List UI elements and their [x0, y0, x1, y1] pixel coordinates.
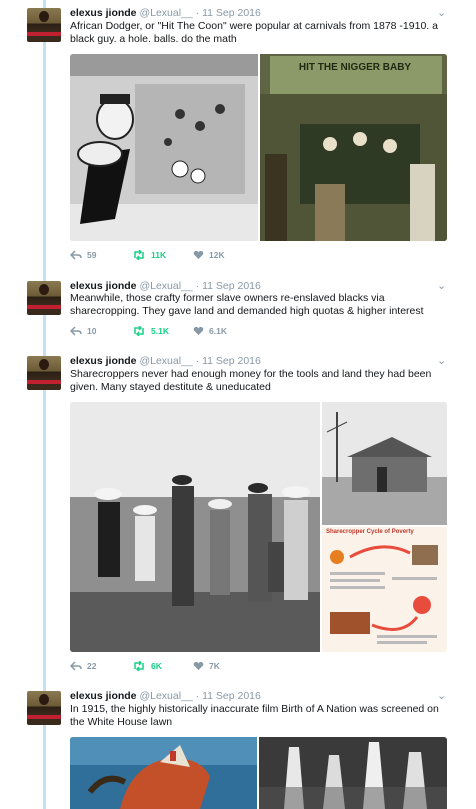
reply-button[interactable]: 59 [70, 250, 96, 260]
author-name[interactable]: elexus jionde [70, 690, 137, 702]
author-handle[interactable]: @Lexual__ [139, 355, 192, 367]
separator-dot: · [195, 355, 200, 367]
tweet-text: Meanwhile, those crafty former slave own… [70, 292, 424, 317]
retweet-icon [134, 326, 144, 336]
heart-icon [193, 326, 204, 335]
caret-down-icon[interactable]: ⌄ [437, 6, 446, 19]
heart-icon [193, 250, 204, 259]
author-name[interactable]: elexus jionde [70, 280, 137, 292]
like-button[interactable]: 7K [193, 661, 220, 671]
film-poster-image[interactable] [70, 737, 257, 809]
reply-count: 59 [87, 250, 97, 260]
reply-icon [70, 250, 82, 260]
reply-count: 10 [87, 326, 97, 336]
separator-dot: · [195, 7, 200, 19]
carnival-photo[interactable]: HIT THE NIGGER BABY [260, 54, 447, 241]
reply-icon [70, 661, 82, 671]
separator-dot: · [195, 690, 200, 702]
like-count: 12K [209, 250, 225, 260]
reply-button[interactable]: 22 [70, 661, 96, 671]
tweet-date[interactable]: 11 Sep 2016 [202, 7, 261, 19]
caret-down-icon[interactable]: ⌄ [437, 689, 446, 702]
retweet-count: 11K [151, 250, 167, 260]
avatar[interactable] [27, 691, 61, 725]
retweet-count: 5.1K [151, 326, 169, 336]
avatar[interactable] [27, 8, 61, 42]
tweet-header: elexus jionde @Lexual__ · 11 Sep 2016 [70, 690, 261, 702]
retweet-button[interactable]: 11K [132, 250, 166, 260]
tweet-header: elexus jionde @Lexual__ · 11 Sep 2016 [70, 7, 261, 19]
reply-count: 22 [87, 661, 97, 671]
carnival-sign-caption: HIT THE NIGGER BABY [298, 62, 412, 73]
like-count: 7K [209, 661, 220, 671]
thread-connector-line [43, 0, 46, 809]
author-name[interactable]: elexus jionde [70, 7, 137, 19]
author-handle[interactable]: @Lexual__ [139, 7, 192, 19]
author-handle[interactable]: @Lexual__ [139, 690, 192, 702]
tweet-date[interactable]: 11 Sep 2016 [202, 355, 261, 367]
retweet-button[interactable]: 5.1K [132, 326, 169, 336]
retweet-button[interactable]: 6K [132, 661, 162, 671]
like-button[interactable]: 6.1K [193, 326, 227, 336]
separator-dot: · [195, 280, 200, 292]
retweet-count: 6K [151, 661, 162, 671]
avatar[interactable] [27, 281, 61, 315]
tweet-date[interactable]: 11 Sep 2016 [202, 280, 261, 292]
reply-icon [70, 326, 82, 336]
tweet-date[interactable]: 11 Sep 2016 [202, 690, 261, 702]
tweet-header: elexus jionde @Lexual__ · 11 Sep 2016 [70, 355, 261, 367]
cartoon-image[interactable] [70, 54, 258, 241]
tweet-text: In 1915, the highly historically inaccur… [70, 703, 439, 728]
tweet-header: elexus jionde @Lexual__ · 11 Sep 2016 [70, 280, 261, 292]
author-name[interactable]: elexus jionde [70, 355, 137, 367]
avatar[interactable] [27, 356, 61, 390]
tweet-media[interactable] [70, 737, 447, 809]
caret-down-icon[interactable]: ⌄ [437, 354, 446, 367]
author-handle[interactable]: @Lexual__ [139, 280, 192, 292]
retweet-icon [134, 661, 144, 671]
reply-button[interactable]: 10 [70, 326, 96, 336]
klan-rally-photo[interactable] [259, 737, 447, 809]
sharecroppers-photo[interactable] [70, 402, 320, 652]
tweet-media[interactable]: HIT THE NIGGER BABY [70, 54, 447, 241]
like-count: 6.1K [209, 326, 227, 336]
cabin-photo[interactable] [322, 402, 447, 525]
tweet-text: Sharecroppers never had enough money for… [70, 368, 432, 393]
tweet-media[interactable]: Sharecropper Cycle of Poverty [70, 402, 447, 652]
caret-down-icon[interactable]: ⌄ [437, 279, 446, 292]
heart-icon [193, 661, 204, 670]
like-button[interactable]: 12K [193, 250, 225, 260]
retweet-icon [134, 250, 144, 260]
tweet-text: African Dodger, or "Hit The Coon" were p… [70, 20, 438, 45]
poverty-cycle-infographic[interactable]: Sharecropper Cycle of Poverty [322, 527, 447, 652]
